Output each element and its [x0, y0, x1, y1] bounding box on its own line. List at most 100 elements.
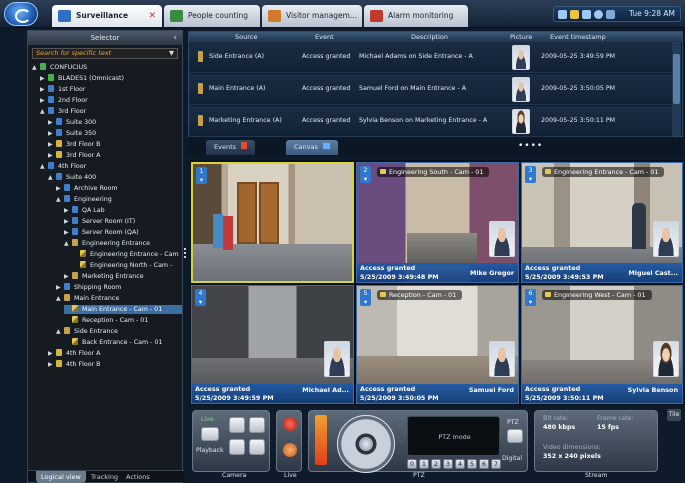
- camera-name-label[interactable]: Engineering Entrance - Cam - 01: [542, 167, 665, 177]
- expand-icon[interactable]: ▶: [64, 206, 70, 215]
- tree-node[interactable]: ▶ Marketing Entrance: [64, 272, 182, 281]
- expand-icon[interactable]: ▶: [56, 283, 62, 292]
- tree-node[interactable]: ▲ Main Entrance: [56, 294, 182, 303]
- expand-icon[interactable]: ▶: [64, 228, 70, 237]
- tree-node[interactable]: ▶ Server Room (QA): [64, 228, 182, 237]
- more-dots-icon[interactable]: ••••: [518, 141, 543, 151]
- events-scrollbar[interactable]: [672, 42, 681, 136]
- digital-zoom-label[interactable]: Digital: [502, 455, 522, 462]
- tab-actions[interactable]: Actions: [121, 471, 155, 483]
- snapshot-button[interactable]: [229, 417, 245, 433]
- preset-button[interactable]: 2: [431, 459, 441, 469]
- tree-node[interactable]: Back Entrance - Cam - 01: [64, 338, 182, 347]
- splitter-handle[interactable]: [184, 248, 187, 262]
- expand-icon[interactable]: ▶: [56, 184, 62, 193]
- table-row[interactable]: Main Entrance (A) Access granted Samuel …: [189, 74, 673, 105]
- volume-icon[interactable]: [582, 10, 591, 19]
- record-icon[interactable]: [283, 417, 297, 431]
- expand-icon[interactable]: ▶: [48, 140, 54, 149]
- expand-icon[interactable]: ▶: [48, 118, 54, 127]
- tab-alarm-monitoring[interactable]: Alarm monitoring: [364, 5, 468, 27]
- expand-icon[interactable]: ▲: [64, 239, 70, 248]
- tab-events[interactable]: Events: [206, 140, 256, 155]
- tab-surveillance[interactable]: Surveillance ✕: [52, 5, 162, 27]
- expand-icon[interactable]: ▶: [48, 129, 54, 138]
- tab-visitor-management[interactable]: Visitor managem...: [262, 5, 362, 27]
- alarm-trigger-icon[interactable]: [283, 443, 297, 457]
- tab-logical-view[interactable]: Logical view: [36, 471, 86, 483]
- window-icon[interactable]: [606, 10, 615, 19]
- live-toggle-label[interactable]: Live: [201, 416, 214, 423]
- playback-label[interactable]: Playback: [196, 447, 224, 454]
- scrollbar-thumb[interactable]: [673, 54, 680, 104]
- preset-button[interactable]: 6: [479, 459, 489, 469]
- expand-icon[interactable]: ▶: [48, 151, 54, 160]
- tree-node[interactable]: ▶ 3rd Floor A: [48, 151, 182, 160]
- warning-icon[interactable]: [570, 10, 579, 19]
- preset-button[interactable]: 7: [491, 459, 501, 469]
- column-header[interactable]: Picture: [510, 33, 532, 41]
- video-tile-4[interactable]: 4 ▾ Access granted 5/25/2009 3:49:59 PM M…: [191, 285, 354, 404]
- tree-node[interactable]: ▶ BLADES1 (Omnicast): [40, 74, 182, 83]
- export-button[interactable]: [229, 439, 245, 455]
- tree-node[interactable]: ▶ 4th Floor B: [48, 360, 182, 369]
- video-tile-1[interactable]: 1 ▾: [191, 162, 354, 283]
- expand-icon[interactable]: ▶: [40, 85, 46, 94]
- preset-button[interactable]: 4: [455, 459, 465, 469]
- settings-icon[interactable]: [558, 10, 567, 19]
- tree-node[interactable]: ▶ Suite 350: [48, 129, 182, 138]
- expand-icon[interactable]: ▶: [48, 360, 54, 369]
- column-header[interactable]: Event timestamp: [550, 33, 606, 41]
- expand-icon[interactable]: ▶: [64, 272, 70, 281]
- tree-node[interactable]: ▶ 4th Floor A: [48, 349, 182, 358]
- record-button[interactable]: [249, 417, 265, 433]
- column-header[interactable]: Description: [411, 33, 448, 41]
- tree-node[interactable]: ▶ Server Room (IT): [64, 217, 182, 226]
- tab-tracking[interactable]: Tracking: [86, 471, 123, 483]
- tree-node[interactable]: ▶ 2nd Floor: [40, 96, 182, 105]
- tree-node[interactable]: ▶ Shipping Room: [56, 283, 182, 292]
- ptz-center-icon[interactable]: [359, 437, 373, 451]
- tree-node[interactable]: ▲ Side Entrance: [56, 327, 182, 336]
- preset-button[interactable]: 5: [467, 459, 477, 469]
- close-icon[interactable]: ✕: [148, 5, 156, 27]
- app-logo-icon[interactable]: [4, 2, 38, 26]
- camera-name-label[interactable]: Reception - Cam - 01: [377, 290, 463, 300]
- globe-icon[interactable]: [594, 10, 603, 19]
- expand-icon[interactable]: ▶: [48, 349, 54, 358]
- expand-icon[interactable]: ▲: [48, 173, 54, 182]
- expand-icon[interactable]: ▲: [56, 327, 62, 336]
- expand-icon[interactable]: ▲: [40, 162, 46, 171]
- expand-icon[interactable]: ▶: [64, 217, 70, 226]
- tree-node[interactable]: ▶ 3rd Floor B: [48, 140, 182, 149]
- preset-button[interactable]: 3: [443, 459, 453, 469]
- add-bookmark-button[interactable]: [249, 439, 265, 455]
- tab-canvas[interactable]: Canvas: [286, 140, 338, 155]
- preset-button[interactable]: 1: [419, 459, 429, 469]
- tile-panel-tab[interactable]: Tile: [667, 409, 681, 421]
- tree-node[interactable]: Reception - Cam - 01: [64, 316, 182, 325]
- video-tile-2[interactable]: 2 ▾ Engineering South - Cam - 01 Access g…: [356, 162, 519, 283]
- tab-people-counting[interactable]: People counting: [164, 5, 260, 27]
- tree-node[interactable]: ▲ 4th Floor: [40, 162, 182, 171]
- tree-node[interactable]: ▶ Archive Room: [56, 184, 182, 193]
- tree-node[interactable]: Main Entrance - Cam - 01: [64, 305, 182, 314]
- tree-node[interactable]: ▶ Suite 300: [48, 118, 182, 127]
- tree-node[interactable]: Engineering North - Cam -: [72, 261, 182, 270]
- expand-icon[interactable]: ▲: [40, 107, 46, 116]
- live-button[interactable]: [201, 427, 219, 441]
- search-input[interactable]: Search for specific text ▼: [32, 48, 178, 59]
- tree-node[interactable]: ▲ 3rd Floor: [40, 107, 182, 116]
- expand-icon[interactable]: ▲: [32, 63, 38, 72]
- column-header[interactable]: Event: [315, 33, 334, 41]
- table-row[interactable]: Side Entrance (A) Access granted Michael…: [189, 42, 673, 73]
- table-row[interactable]: Marketing Entrance (A) Access granted Sy…: [189, 106, 673, 137]
- video-tile-5[interactable]: 5 ▾ Reception - Cam - 01 Access granted 5…: [356, 285, 519, 404]
- collapse-icon[interactable]: ‹: [173, 31, 177, 45]
- zoom-slider[interactable]: [315, 415, 327, 465]
- expand-icon[interactable]: ▲: [56, 294, 62, 303]
- tree-node[interactable]: Engineering Entrance - Cam: [72, 250, 182, 259]
- expand-icon[interactable]: ▶: [40, 74, 46, 83]
- expand-icon[interactable]: ▶: [40, 96, 46, 105]
- tree-node[interactable]: ▲ Suite 400: [48, 173, 182, 182]
